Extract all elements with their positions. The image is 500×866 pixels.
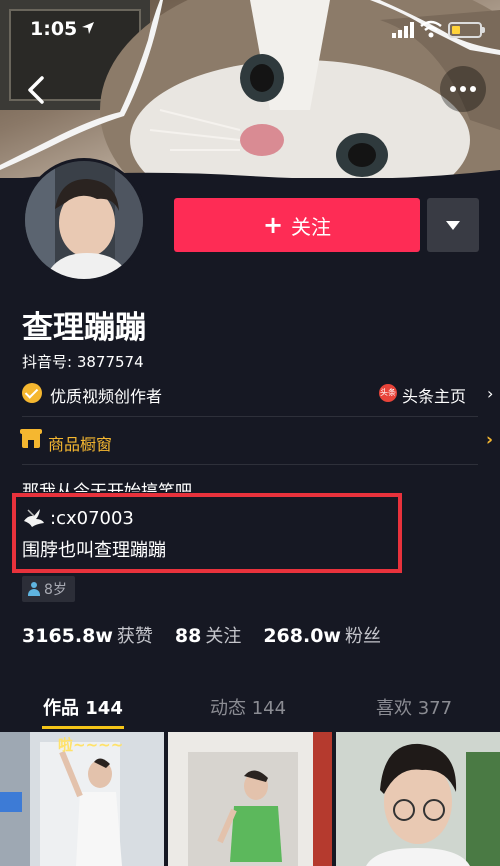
video-thumbnail-image	[336, 732, 500, 866]
creator-badge-label: 优质视频创作者	[50, 387, 163, 406]
divider	[22, 416, 478, 417]
shop-window-row[interactable]: 商品橱窗 ›	[20, 424, 493, 460]
status-time: 1:05	[30, 18, 78, 40]
highlight-box	[12, 493, 402, 573]
video-thumbnail-image	[168, 732, 332, 866]
creator-row: 优质视频创作者 头条 头条主页 ›	[22, 380, 493, 408]
content-tabs: 作品 144 动态 144 喜欢 377	[0, 686, 500, 729]
divider	[22, 464, 478, 465]
shop-window-label: 商品橱窗	[48, 435, 113, 454]
username: 查理蹦蹦	[22, 310, 146, 346]
tab-works[interactable]: 作品 144	[43, 694, 123, 720]
status-bar: 1:05	[0, 0, 500, 60]
followers-label[interactable]: 粉丝	[345, 622, 381, 648]
more-button[interactable]	[440, 66, 486, 112]
chevron-right-icon: ›	[486, 430, 494, 450]
video-thumbnail[interactable]: 啦~~~~	[0, 732, 164, 866]
following-count[interactable]: 88	[175, 625, 201, 647]
avatar-photo	[25, 161, 143, 279]
age-label: 8岁	[44, 582, 67, 598]
following-label[interactable]: 关注	[205, 622, 241, 648]
video-thumbnail[interactable]	[336, 732, 500, 866]
wifi-icon	[420, 20, 442, 38]
more-icon	[450, 86, 476, 92]
back-arrow-icon[interactable]	[18, 70, 58, 110]
video-grid: 啦~~~~	[0, 732, 500, 866]
follow-label: 关注	[291, 214, 332, 239]
followers-count[interactable]: 268.0w	[263, 625, 341, 647]
signal-icon	[392, 22, 414, 38]
location-arrow-icon	[82, 22, 94, 34]
bio-partial-line: 那我从今天开始搞笑吧	[22, 482, 192, 492]
person-icon	[28, 582, 40, 596]
likes-count: 3165.8w	[22, 625, 113, 647]
plus-icon: +	[262, 211, 284, 239]
stats-row: 3165.8w 获赞 88 关注 268.0w 粉丝	[22, 622, 403, 648]
video-thumbnail[interactable]	[168, 732, 332, 866]
likes-label: 获赞	[116, 626, 153, 647]
follow-button[interactable]: + 关注	[174, 198, 420, 252]
age-tag: 8岁	[22, 576, 75, 602]
dropdown-arrow-button[interactable]	[427, 198, 479, 252]
toutiao-icon[interactable]: 头条	[379, 384, 397, 402]
battery-icon	[448, 22, 485, 38]
video-caption: 啦~~~~	[58, 736, 124, 754]
chevron-right-icon[interactable]: ›	[487, 384, 493, 403]
tab-indicator	[42, 726, 124, 729]
shop-icon	[20, 429, 42, 448]
douyin-id: 抖音号: 3877574	[22, 353, 144, 371]
avatar[interactable]	[22, 158, 146, 282]
check-badge-icon	[22, 383, 42, 403]
tab-likes[interactable]: 喜欢 377	[376, 694, 452, 720]
tab-activity[interactable]: 动态 144	[210, 694, 286, 720]
toutiao-link[interactable]: 头条主页	[402, 383, 466, 407]
